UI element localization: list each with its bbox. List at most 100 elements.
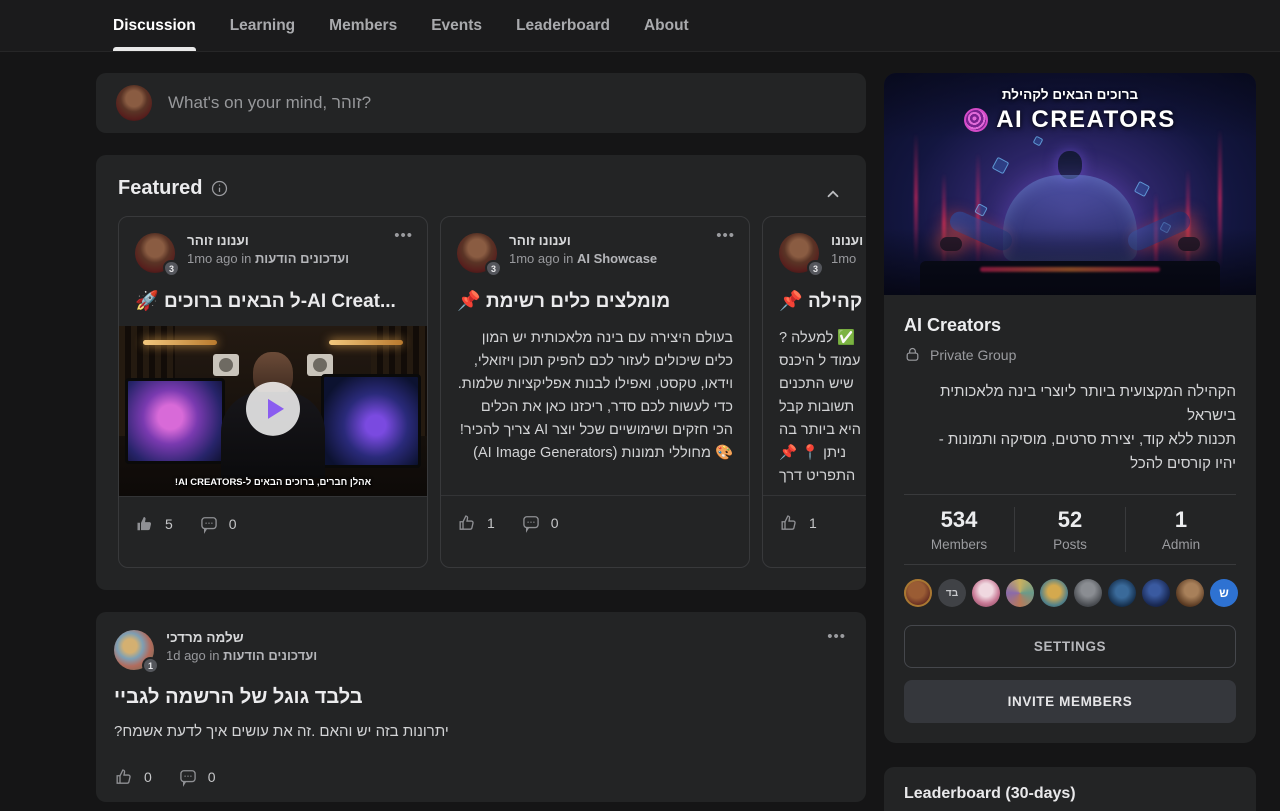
post-body: בעולם היצירה עם בינה מלאכותית יש המון כל…: [441, 327, 749, 495]
tab-members[interactable]: Members: [329, 0, 397, 51]
member-avatar[interactable]: [1006, 579, 1034, 607]
light-bar: [143, 340, 217, 345]
comment-count: 0: [229, 516, 237, 532]
like-button[interactable]: 1: [457, 513, 495, 533]
member-avatars-row: בד ש: [904, 579, 1236, 607]
like-count: 1: [809, 515, 817, 531]
member-avatar[interactable]: [1142, 579, 1170, 607]
featured-post-card[interactable]: 3 זוהר וענונו 1mo 📌 קהילה‎ - איך‎ להתמצא…: [762, 216, 866, 568]
speaker: [307, 354, 333, 376]
comment-button[interactable]: 0: [199, 514, 237, 534]
author-name[interactable]: זוהר‎ וענונו: [509, 233, 657, 248]
comment-button[interactable]: 0: [178, 767, 216, 787]
cover-desk: [920, 261, 1220, 295]
stat-posts[interactable]: 52 Posts: [1014, 507, 1125, 552]
author-name[interactable]: זוהר וענונו: [831, 233, 866, 248]
more-options-icon[interactable]: •••: [394, 231, 413, 241]
post-body: ?אשמח‎ לדעת‎ איך‎ עושים‎ את‎ זה.‎ והאם‎ …: [114, 723, 848, 740]
author-avatar[interactable]: 1: [114, 630, 154, 670]
comment-count: 0: [208, 769, 216, 785]
video-thumbnail[interactable]: אהלן חברים, ברוכים הבאים ל-AI CREATORS!: [119, 326, 427, 496]
author-avatar[interactable]: 3: [779, 233, 819, 273]
level-badge: 3: [485, 260, 502, 277]
more-options-icon[interactable]: •••: [827, 632, 846, 642]
post-title[interactable]: 📌 קהילה‎ - איך‎ להתמצא: [763, 289, 866, 313]
featured-section: Featured: [96, 155, 866, 590]
settings-button[interactable]: SETTINGS: [904, 625, 1236, 668]
sidebar: ברוכים הבאים לקהילת AI CREATORS AI Creat…: [884, 73, 1256, 811]
group-stats: 534 Members 52 Posts 1 Admin: [904, 494, 1236, 565]
tab-discussion[interactable]: Discussion: [113, 0, 196, 51]
author-name[interactable]: מרדכי‎ שלמה: [166, 630, 317, 645]
lock-icon: [904, 346, 921, 363]
author-avatar[interactable]: 3: [135, 233, 175, 273]
level-badge: 1: [142, 657, 159, 674]
chevron-up-icon[interactable]: [824, 185, 842, 203]
tab-events[interactable]: Events: [431, 0, 482, 51]
like-count: 0: [144, 769, 152, 785]
author-name[interactable]: זוהר‎ וענונו: [187, 233, 349, 248]
category-link[interactable]: AI Showcase: [577, 251, 657, 266]
category-link[interactable]: הודעות‎ ועדכונים: [255, 251, 349, 266]
group-description: הקהילה המקצועית ביותר ליוצרי בינה מלאכות…: [904, 380, 1236, 476]
group-name: AI Creators: [904, 315, 1236, 336]
monitor-right: [321, 374, 421, 468]
featured-title: Featured: [118, 177, 202, 200]
monitor-left: [125, 378, 225, 464]
cover-figure: [1058, 151, 1082, 179]
like-count: 1: [487, 515, 495, 531]
post-timestamp: 1mo: [831, 251, 856, 266]
member-avatar[interactable]: [1108, 579, 1136, 607]
comment-count: 0: [551, 515, 559, 531]
post-body: ? למעלה‎ ✅ היכנס‎ ל‎ עמוד התכנים‎ שיש קב…: [763, 327, 866, 495]
more-options-icon[interactable]: •••: [716, 231, 735, 241]
member-avatar[interactable]: בד: [938, 579, 966, 607]
featured-cards-row: 3 זוהר‎ וענונו 1mo ago in הודעות‎ ועדכונ…: [118, 216, 866, 568]
member-avatar[interactable]: [904, 579, 932, 607]
like-button[interactable]: 0: [114, 767, 152, 787]
tab-learning[interactable]: Learning: [230, 0, 295, 51]
post-title[interactable]: 📌 רשימת‎ כלים‎ מומלצים: [441, 289, 749, 313]
member-avatar[interactable]: ש: [1210, 579, 1238, 607]
author-avatar[interactable]: 3: [457, 233, 497, 273]
post-composer[interactable]: What's on your mind, זוהר?: [96, 73, 866, 133]
cover-welcome-text: ברוכים הבאים לקהילת: [884, 87, 1256, 102]
group-cover-image: ברוכים הבאים לקהילת AI CREATORS: [884, 73, 1256, 295]
group-info-card: ברוכים הבאים לקהילת AI CREATORS AI Creat…: [884, 73, 1256, 743]
featured-post-card[interactable]: 3 זוהר‎ וענונו 1mo ago in AI Showcase ••…: [440, 216, 750, 568]
like-button[interactable]: 5: [135, 514, 173, 534]
leaderboard-title: Leaderboard (30-days): [904, 785, 1236, 803]
privacy-label: Private Group: [930, 347, 1016, 363]
comment-button[interactable]: 0: [521, 513, 559, 533]
stat-members[interactable]: 534 Members: [904, 507, 1014, 552]
composer-placeholder: What's on your mind, זוהר?: [168, 93, 371, 113]
level-badge: 3: [163, 260, 180, 277]
category-link[interactable]: הודעות‎ ועדכונים: [223, 648, 317, 663]
feed-post-card[interactable]: 1 מרדכי‎ שלמה 1d ago in הודעות‎ ועדכונים…: [96, 612, 866, 802]
like-button[interactable]: 1: [779, 513, 817, 533]
post-title[interactable]: 🚀 ברוכים‎ הבאים‎ ל-AI Creat...: [119, 289, 427, 313]
speaker: [213, 354, 239, 376]
stat-admins[interactable]: 1 Admin: [1125, 507, 1236, 552]
light-bar: [329, 340, 403, 345]
invite-members-button[interactable]: INVITE MEMBERS: [904, 680, 1236, 723]
play-icon[interactable]: [246, 382, 300, 436]
tab-leaderboard[interactable]: Leaderboard: [516, 0, 610, 51]
cover-brand-text: AI CREATORS: [996, 106, 1176, 134]
featured-post-card[interactable]: 3 זוהר‎ וענונו 1mo ago in הודעות‎ ועדכונ…: [118, 216, 428, 568]
video-subtitle: אהלן חברים, ברוכים הבאים ל-AI CREATORS!: [119, 477, 427, 488]
post-timestamp: 1mo ago in: [187, 251, 251, 266]
tab-about[interactable]: About: [644, 0, 689, 51]
level-badge: 3: [807, 260, 824, 277]
post-title[interactable]: לגביי‎ הרשמה‎ של‎ גוגל‎ בלבד: [114, 686, 848, 709]
info-icon[interactable]: [211, 180, 228, 197]
top-nav: Discussion Learning Members Events Leade…: [0, 0, 1280, 52]
member-avatar[interactable]: [1074, 579, 1102, 607]
like-count: 5: [165, 516, 173, 532]
current-user-avatar[interactable]: [116, 85, 152, 121]
member-avatar[interactable]: [1040, 579, 1068, 607]
member-avatar[interactable]: [1176, 579, 1204, 607]
community-page: Discussion Learning Members Events Leade…: [0, 0, 1280, 811]
member-avatar[interactable]: [972, 579, 1000, 607]
leaderboard-card: Leaderboard (30-days): [884, 767, 1256, 811]
